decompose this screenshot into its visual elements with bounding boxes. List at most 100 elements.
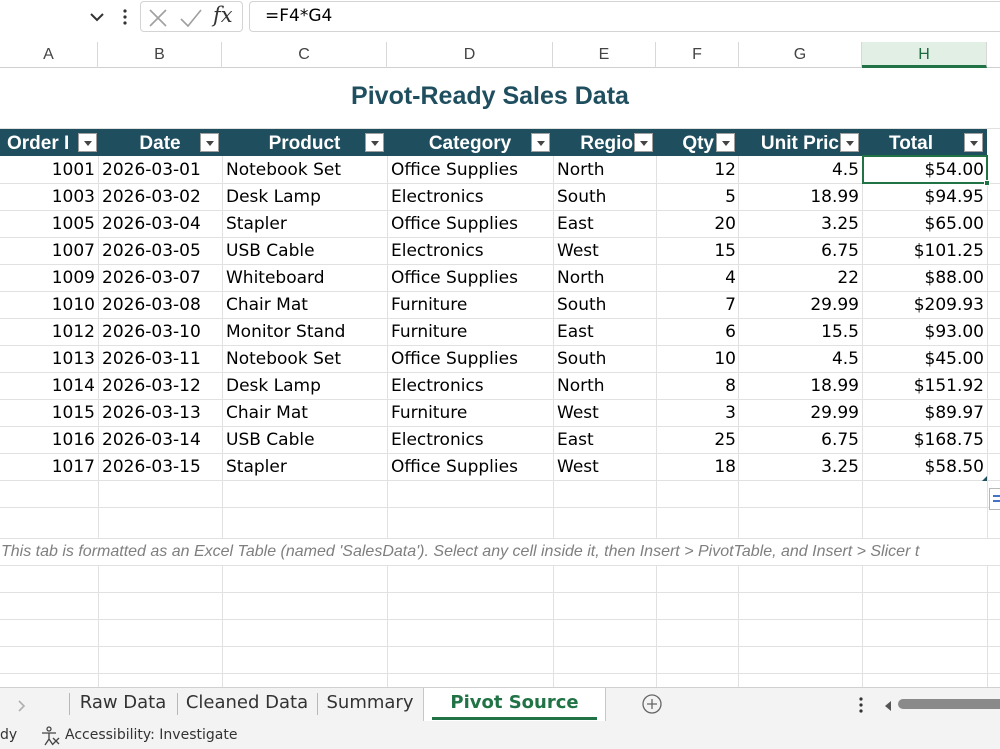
filter-dropdown-icon[interactable] [964, 133, 983, 152]
filter-dropdown-icon[interactable] [634, 133, 653, 152]
table-cell[interactable]: 2026-03-13 [98, 399, 222, 426]
column-header-f[interactable]: F [656, 42, 739, 68]
table-cell[interactable]: 1009 [0, 264, 98, 291]
table-cell[interactable]: 2026-03-01 [98, 156, 222, 183]
table-cell[interactable]: 2026-03-15 [98, 453, 222, 480]
enter-check-icon[interactable] [179, 7, 203, 29]
table-cell[interactable]: Whiteboard [222, 264, 387, 291]
table-cell[interactable]: USB Cable [222, 237, 387, 264]
table-cell[interactable]: 10 [656, 345, 739, 372]
table-cell[interactable]: 3.25 [739, 453, 862, 480]
table-cell[interactable]: 4.5 [739, 156, 862, 183]
table-cell[interactable]: 20 [656, 210, 739, 237]
table-cell[interactable]: 18.99 [739, 183, 862, 210]
table-cell[interactable]: 2026-03-04 [98, 210, 222, 237]
column-header-b[interactable]: B [98, 42, 222, 68]
accessibility-status[interactable]: Accessibility: Investigate [65, 727, 237, 743]
table-cell[interactable]: 18 [656, 453, 739, 480]
table-cell[interactable]: $93.00 [862, 318, 987, 345]
table-cell[interactable]: Furniture [387, 318, 553, 345]
table-cell[interactable]: 12 [656, 156, 739, 183]
table-cell[interactable]: East [553, 210, 656, 237]
header-unit-price[interactable]: Unit Pric [739, 129, 839, 156]
table-cell[interactable]: 1003 [0, 183, 98, 210]
table-cell[interactable]: $101.25 [862, 237, 987, 264]
insert-function-icon[interactable]: fx [213, 3, 233, 27]
table-cell[interactable]: USB Cable [222, 426, 387, 453]
scroll-tabs-left-icon[interactable] [16, 698, 26, 712]
table-cell[interactable]: Chair Mat [222, 291, 387, 318]
table-cell[interactable]: 4 [656, 264, 739, 291]
horizontal-scrollbar-thumb[interactable] [898, 699, 1000, 709]
table-cell[interactable]: Electronics [387, 426, 553, 453]
table-cell[interactable]: Notebook Set [222, 156, 387, 183]
table-cell[interactable]: Stapler [222, 453, 387, 480]
table-cell[interactable]: Desk Lamp [222, 372, 387, 399]
active-cell-h4[interactable]: $54.00 [862, 156, 987, 183]
table-cell[interactable]: West [553, 399, 656, 426]
table-cell[interactable]: 25 [656, 426, 739, 453]
table-cell[interactable]: 3.25 [739, 210, 862, 237]
table-cell[interactable]: $89.97 [862, 399, 987, 426]
table-cell[interactable]: $94.95 [862, 183, 987, 210]
table-cell[interactable]: South [553, 183, 656, 210]
table-cell[interactable]: 2026-03-07 [98, 264, 222, 291]
table-cell[interactable]: 29.99 [739, 399, 862, 426]
table-cell[interactable]: Chair Mat [222, 399, 387, 426]
column-header-e[interactable]: E [553, 42, 656, 68]
table-cell[interactable]: 1015 [0, 399, 98, 426]
filter-dropdown-icon[interactable] [78, 133, 97, 152]
table-cell[interactable]: East [553, 318, 656, 345]
table-cell[interactable]: North [553, 372, 656, 399]
table-cell[interactable]: 2026-03-11 [98, 345, 222, 372]
table-cell[interactable]: East [553, 426, 656, 453]
header-order-id[interactable]: Order I [0, 129, 76, 156]
table-cell[interactable]: 6.75 [739, 237, 862, 264]
column-header-h[interactable]: H [862, 42, 987, 68]
table-cell[interactable]: Desk Lamp [222, 183, 387, 210]
table-cell[interactable]: Notebook Set [222, 345, 387, 372]
formula-input[interactable]: =F4*G4 [249, 1, 1000, 32]
cancel-icon[interactable] [147, 7, 169, 29]
tab-raw-data[interactable]: Raw Data [70, 688, 176, 721]
table-cell[interactable]: West [553, 453, 656, 480]
tab-summary[interactable]: Summary [318, 688, 422, 721]
table-cell[interactable]: 7 [656, 291, 739, 318]
table-cell[interactable]: 1014 [0, 372, 98, 399]
table-cell[interactable]: Electronics [387, 183, 553, 210]
table-cell[interactable]: 2026-03-08 [98, 291, 222, 318]
table-cell[interactable]: North [553, 264, 656, 291]
table-cell[interactable]: North [553, 156, 656, 183]
header-qty[interactable]: Qty [656, 129, 714, 156]
tab-cleaned-data[interactable]: Cleaned Data [178, 688, 316, 721]
column-header-a[interactable]: A [0, 42, 98, 68]
table-cell[interactable]: $45.00 [862, 345, 987, 372]
table-cell[interactable]: $65.00 [862, 210, 987, 237]
header-product[interactable]: Product [222, 129, 387, 156]
table-cell[interactable]: 29.99 [739, 291, 862, 318]
add-sheet-icon[interactable] [641, 693, 663, 715]
table-cell[interactable]: 1017 [0, 453, 98, 480]
table-cell[interactable]: Office Supplies [387, 210, 553, 237]
header-region[interactable]: Regio [553, 129, 633, 156]
table-cell[interactable]: Office Supplies [387, 264, 553, 291]
accessibility-icon[interactable] [39, 725, 61, 747]
filter-dropdown-icon[interactable] [365, 133, 384, 152]
more-options-icon[interactable] [122, 7, 128, 27]
table-cell[interactable]: Monitor Stand [222, 318, 387, 345]
spreadsheet-grid[interactable]: Pivot-Ready Sales Data Order I Date Prod… [0, 68, 1000, 687]
filter-dropdown-icon[interactable] [531, 133, 550, 152]
table-cell[interactable]: 3 [656, 399, 739, 426]
table-cell[interactable]: 1001 [0, 156, 98, 183]
table-resize-handle[interactable] [982, 476, 987, 481]
quick-analysis-icon[interactable] [989, 488, 1000, 510]
table-cell[interactable]: 1007 [0, 237, 98, 264]
header-total[interactable]: Total [862, 129, 960, 156]
table-cell[interactable]: 15.5 [739, 318, 862, 345]
table-cell[interactable]: 1010 [0, 291, 98, 318]
table-cell[interactable]: Office Supplies [387, 453, 553, 480]
filter-dropdown-icon[interactable] [840, 133, 859, 152]
table-cell[interactable]: South [553, 345, 656, 372]
table-cell[interactable]: Electronics [387, 372, 553, 399]
table-cell[interactable]: $151.92 [862, 372, 987, 399]
